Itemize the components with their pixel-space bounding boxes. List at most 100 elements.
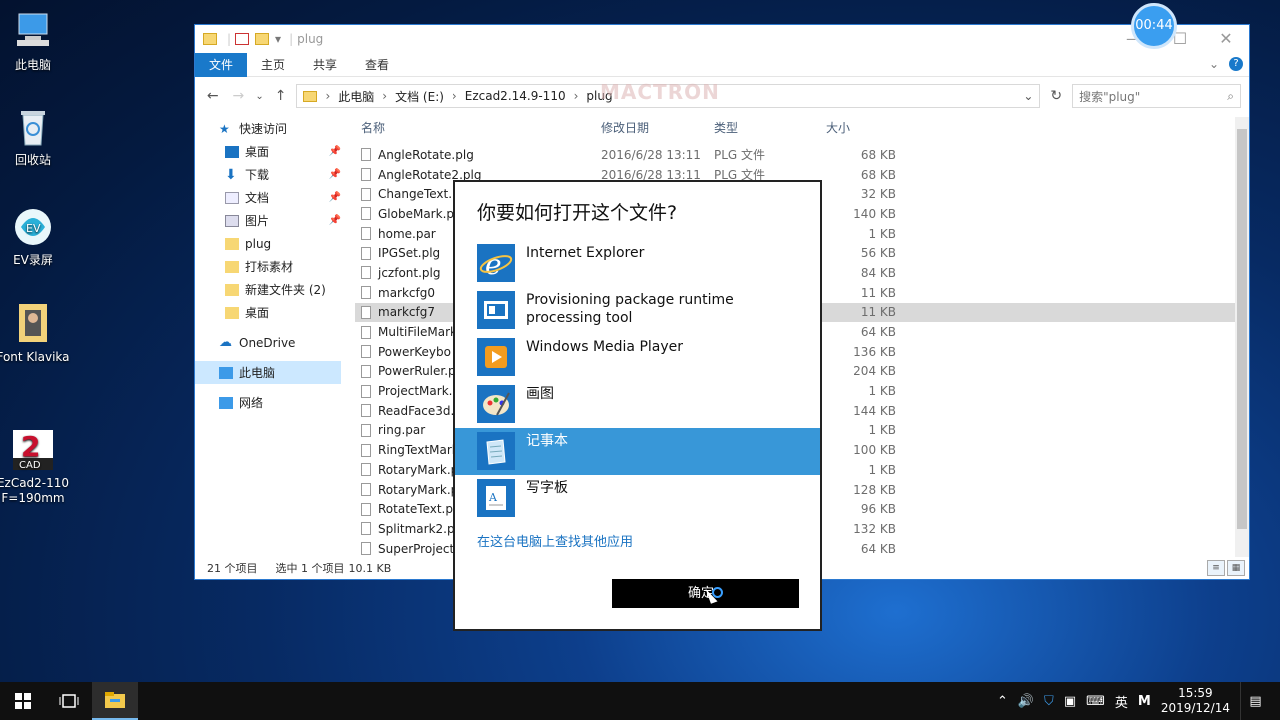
file-size: 68 KB bbox=[860, 147, 896, 162]
volume-icon[interactable]: 🔊 bbox=[1018, 694, 1034, 709]
nav-item-onedrive[interactable]: ☁ OneDrive bbox=[195, 331, 345, 354]
nav-label: plug bbox=[245, 236, 272, 251]
desktop-label: 此电脑 bbox=[14, 58, 51, 72]
refresh-button[interactable]: ↻ bbox=[1046, 88, 1066, 104]
nav-item-new-folder-2[interactable]: 新建文件夹 (2) bbox=[195, 278, 345, 301]
taskbar: ⌃ 🔊 ⛉ ▣ ⌨ 英 M 15:59 2019/12/14 ▤ bbox=[0, 682, 1280, 720]
ime-mode-icon[interactable]: M bbox=[1138, 694, 1151, 709]
item-count: 21 个项目 bbox=[207, 562, 258, 575]
open-with-dialog: 你要如何打开这个文件? e Internet Explorer Provisio… bbox=[453, 180, 822, 631]
properties-icon[interactable] bbox=[235, 33, 250, 45]
nav-item-marking-material[interactable]: 打标素材 bbox=[195, 255, 345, 278]
file-name: SuperProject bbox=[378, 541, 455, 556]
nav-item-pictures[interactable]: 图片 📌 bbox=[195, 209, 345, 232]
shield-icon[interactable]: ⛉ bbox=[1044, 694, 1054, 709]
column-header-type[interactable]: 类型 bbox=[714, 119, 826, 136]
large-icons-view-icon[interactable]: ▦ bbox=[1227, 560, 1245, 576]
chevron-up-icon[interactable]: ⌃ bbox=[997, 694, 1008, 709]
vertical-scrollbar[interactable] bbox=[1235, 117, 1249, 557]
column-headers: 名称 修改日期 类型 大小 bbox=[355, 117, 1235, 137]
clock[interactable]: 15:59 2019/12/14 bbox=[1161, 686, 1230, 716]
tab-view[interactable]: 查看 bbox=[351, 53, 403, 77]
notification-icon: ▤ bbox=[1249, 693, 1262, 709]
file-name: RotateText.pl bbox=[378, 502, 457, 517]
app-label: Windows Media Player bbox=[526, 339, 684, 355]
pin-icon[interactable]: 📌 bbox=[329, 192, 341, 203]
language-indicator[interactable]: 英 bbox=[1115, 692, 1128, 711]
desktop-icon-font-klavika[interactable]: Font Klavika bbox=[0, 302, 71, 365]
chevron-down-icon[interactable]: ⌄ bbox=[1209, 57, 1219, 71]
app-option-windows-media-player[interactable]: Windows Media Player bbox=[455, 334, 820, 381]
app-option-notepad[interactable]: 记事本 bbox=[455, 428, 820, 475]
tab-home[interactable]: 主页 bbox=[247, 53, 299, 77]
file-icon bbox=[361, 364, 371, 378]
more-apps-link[interactable]: 在这台电脑上查找其他应用 bbox=[477, 531, 633, 550]
nav-item-desktop[interactable]: 桌面 📌 bbox=[195, 140, 345, 163]
app-option-provisioning[interactable]: Provisioning package runtime processing … bbox=[455, 287, 820, 334]
new-folder-icon[interactable] bbox=[255, 33, 270, 45]
app-option-paint[interactable]: 画图 bbox=[455, 381, 820, 428]
start-button[interactable] bbox=[0, 682, 46, 720]
selection-size: 10.1 KB bbox=[348, 561, 392, 575]
app-option-internet-explorer[interactable]: e Internet Explorer bbox=[455, 240, 820, 287]
task-view-button[interactable] bbox=[46, 682, 92, 720]
chevron-right-icon[interactable]: › bbox=[452, 89, 457, 103]
tab-share[interactable]: 共享 bbox=[299, 53, 351, 77]
nav-item-desktop-2[interactable]: 桌面 bbox=[195, 301, 345, 324]
notepad-icon bbox=[477, 432, 515, 470]
column-header-size[interactable]: 大小 bbox=[826, 119, 896, 136]
chevron-down-icon[interactable]: ⌄ bbox=[1023, 89, 1033, 103]
nav-item-quick-access[interactable]: ★ 快速访问 bbox=[195, 117, 345, 140]
column-header-name[interactable]: 名称 bbox=[355, 119, 601, 136]
desktop-icon-ev-recorder[interactable]: EV EV录屏 bbox=[0, 205, 71, 268]
desktop-icon-recycle-bin[interactable]: 回收站 bbox=[0, 105, 71, 168]
taskbar-file-explorer[interactable] bbox=[92, 682, 138, 720]
breadcrumb-item[interactable]: 文档 (E:) bbox=[395, 88, 444, 105]
up-button[interactable]: ↑ bbox=[271, 88, 291, 104]
pin-icon[interactable]: 📌 bbox=[329, 146, 341, 157]
file-name: ProjectMark.p bbox=[378, 384, 461, 399]
close-button[interactable]: ✕ bbox=[1203, 25, 1249, 53]
window-title: plug bbox=[297, 32, 324, 46]
chevron-right-icon[interactable]: › bbox=[574, 89, 579, 103]
search-input[interactable]: 搜索"plug" ⌕ bbox=[1072, 84, 1242, 108]
pin-icon[interactable]: 📌 bbox=[329, 215, 341, 226]
help-icon[interactable]: ? bbox=[1229, 57, 1243, 71]
folder-icon[interactable] bbox=[203, 33, 217, 45]
folder-icon bbox=[11, 302, 55, 346]
star-icon: ★ bbox=[219, 121, 230, 136]
breadcrumb-item[interactable]: Ezcad2.14.9-110 bbox=[465, 89, 566, 103]
nav-item-this-pc[interactable]: 此电脑 bbox=[195, 361, 341, 384]
tab-file[interactable]: 文件 bbox=[195, 52, 248, 77]
nav-label: 打标素材 bbox=[245, 260, 294, 274]
task-view-icon bbox=[59, 694, 79, 708]
chevron-right-icon[interactable]: › bbox=[325, 89, 330, 103]
desktop-icon-ezcad[interactable]: 2 CAD EzCad2-110 F=190mm bbox=[0, 398, 71, 521]
column-header-date[interactable]: 修改日期 bbox=[601, 119, 714, 136]
forward-button[interactable]: → bbox=[229, 88, 249, 104]
recent-dropdown-button[interactable]: ⌄ bbox=[254, 91, 265, 102]
file-explorer-icon bbox=[105, 692, 125, 708]
recording-timer[interactable]: 00:44 bbox=[1131, 3, 1177, 49]
desktop-icon-this-pc[interactable]: 此电脑 bbox=[0, 10, 71, 73]
app-option-wordpad[interactable]: A 写字板 bbox=[455, 475, 820, 522]
chevron-down-icon[interactable]: ▾ bbox=[275, 32, 281, 46]
nav-item-downloads[interactable]: ⬇ 下载 📌 bbox=[195, 163, 345, 186]
nav-item-network[interactable]: 网络 bbox=[195, 391, 345, 414]
table-row[interactable]: AngleRotate.plg 2016/6/28 13:11 PLG 文件 68 K… bbox=[355, 145, 1235, 165]
network-icon[interactable]: ▣ bbox=[1064, 694, 1076, 709]
details-view-icon[interactable]: ≡ bbox=[1207, 560, 1225, 576]
back-button[interactable]: ← bbox=[203, 88, 223, 104]
nav-label: 新建文件夹 (2) bbox=[245, 283, 326, 297]
nav-item-plug[interactable]: plug bbox=[195, 232, 345, 255]
nav-item-documents[interactable]: 文档 📌 bbox=[195, 186, 345, 209]
input-method-icon[interactable]: ⌨ bbox=[1086, 694, 1105, 709]
pin-icon[interactable]: 📌 bbox=[329, 169, 341, 180]
scrollbar-thumb[interactable] bbox=[1237, 129, 1247, 529]
breadcrumb-item[interactable]: 此电脑 bbox=[338, 88, 374, 105]
chevron-right-icon[interactable]: › bbox=[382, 89, 387, 103]
notification-center-button[interactable]: ▤ bbox=[1240, 682, 1270, 720]
ok-button[interactable]: 确定 bbox=[612, 579, 799, 608]
file-name-cell: AngleRotate.plg bbox=[355, 148, 601, 162]
file-name: ReadFace3d.p bbox=[378, 403, 462, 418]
